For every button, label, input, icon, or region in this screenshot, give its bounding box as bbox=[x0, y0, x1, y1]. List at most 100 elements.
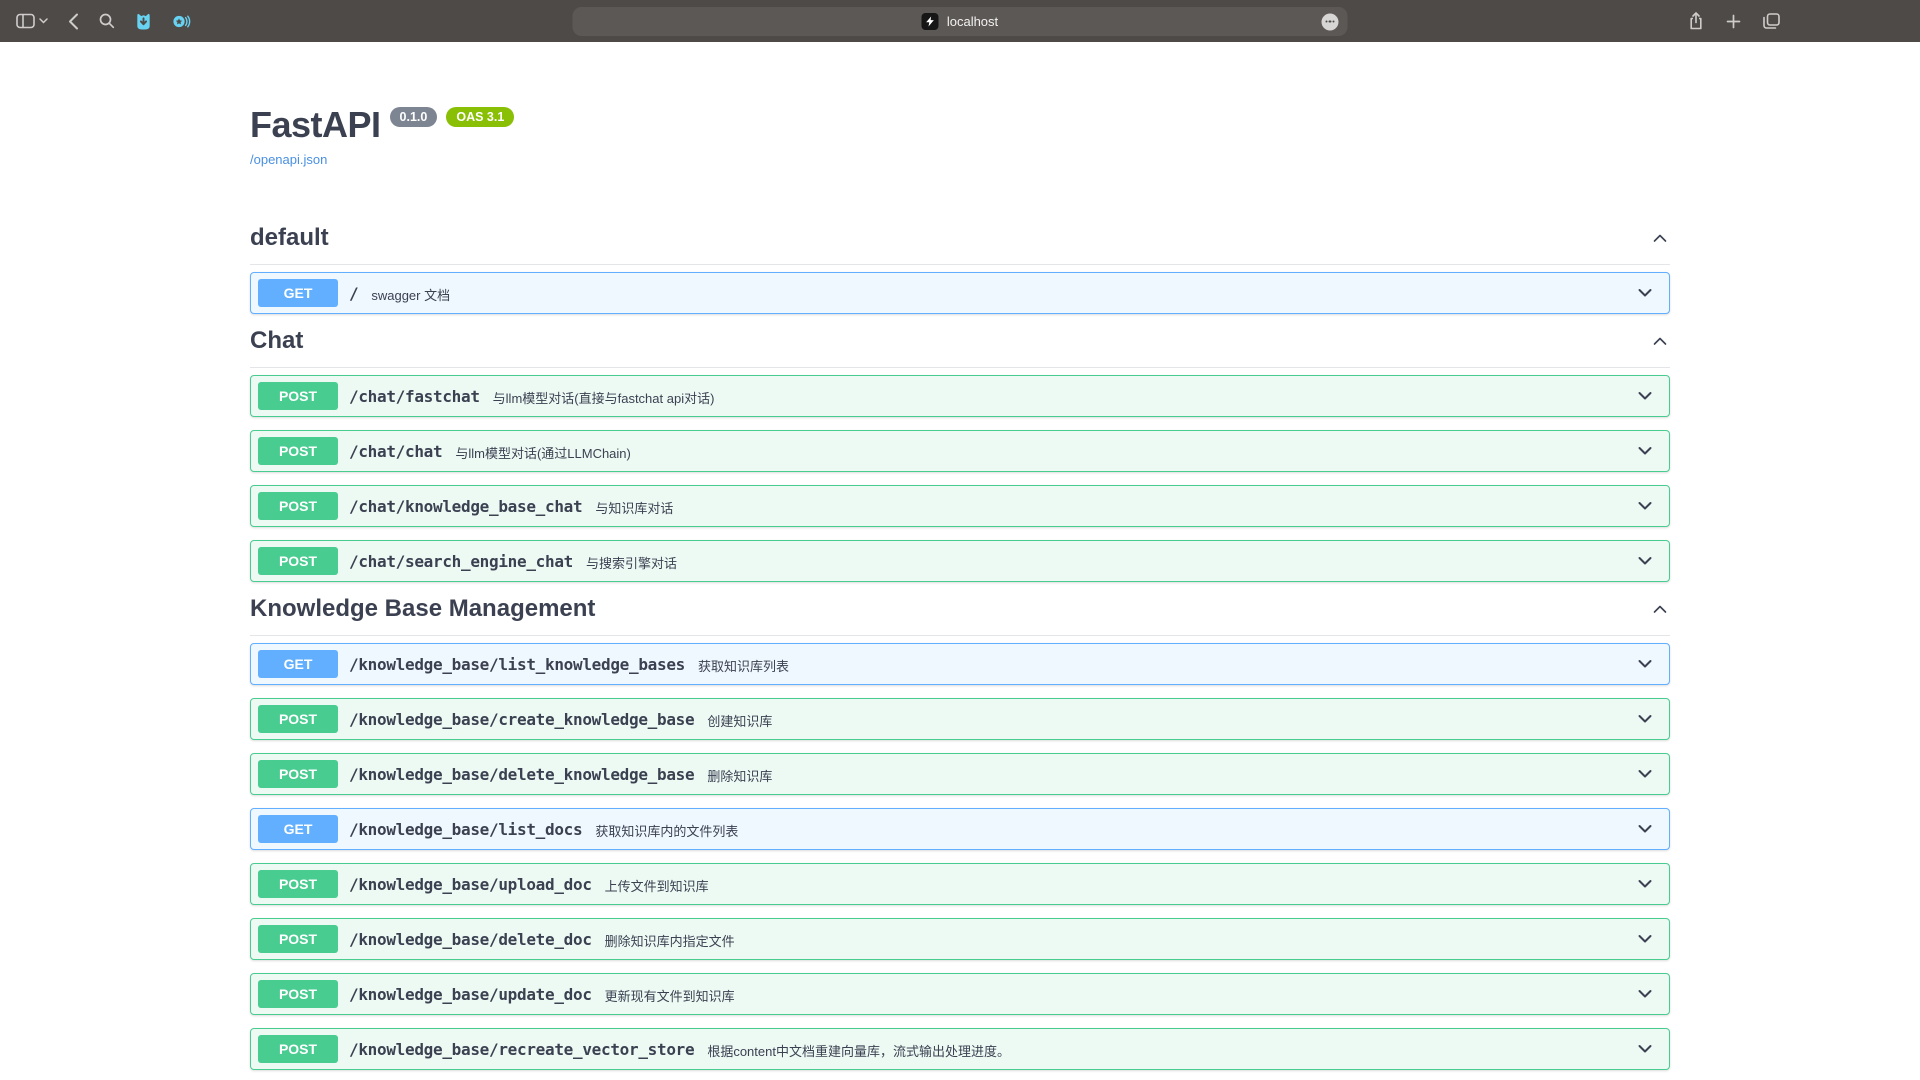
expand-chevron-down-icon[interactable] bbox=[1635, 496, 1655, 516]
operation-path: /chat/chat bbox=[349, 442, 442, 461]
operation-row[interactable]: GET /knowledge_base/list_docs 获取知识库内的文件列… bbox=[250, 808, 1670, 850]
operation-summary: 获取知识库列表 bbox=[698, 654, 789, 675]
operation-path: /knowledge_base/list_knowledge_bases bbox=[349, 655, 685, 674]
operation-summary: 删除知识库内指定文件 bbox=[605, 929, 735, 950]
api-info: FastAPI 0.1.0 OAS 3.1 /openapi.json bbox=[250, 107, 1670, 169]
expand-chevron-down-icon[interactable] bbox=[1635, 984, 1655, 1004]
operation-path: /chat/fastchat bbox=[349, 387, 480, 406]
tag-operations: GET / swagger 文档 bbox=[250, 265, 1670, 314]
extension-rings-icon bbox=[172, 13, 191, 30]
back-button[interactable] bbox=[68, 13, 79, 30]
method-badge: POST bbox=[258, 437, 338, 465]
operation-summary: 与搜索引擎对话 bbox=[586, 551, 677, 572]
extension-rings-button[interactable] bbox=[172, 13, 191, 30]
page-title: FastAPI bbox=[250, 107, 381, 143]
method-badge: POST bbox=[258, 925, 338, 953]
method-badge: POST bbox=[258, 1035, 338, 1063]
operation-path: /knowledge_base/upload_doc bbox=[349, 875, 592, 894]
expand-chevron-down-icon[interactable] bbox=[1635, 551, 1655, 571]
operation-row[interactable]: POST /chat/knowledge_base_chat 与知识库对话 bbox=[250, 485, 1670, 527]
expand-chevron-down-icon[interactable] bbox=[1635, 441, 1655, 461]
operation-path: /knowledge_base/delete_doc bbox=[349, 930, 592, 949]
expand-chevron-down-icon[interactable] bbox=[1635, 283, 1655, 303]
tag-section: default GET / swagger 文档 bbox=[250, 224, 1670, 314]
tag-header[interactable]: Chat bbox=[250, 327, 1670, 368]
operation-row[interactable]: POST /chat/fastchat 与llm模型对话(直接与fastchat… bbox=[250, 375, 1670, 417]
new-tab-icon bbox=[1726, 14, 1741, 29]
operation-row[interactable]: POST /knowledge_base/recreate_vector_sto… bbox=[250, 1028, 1670, 1070]
tag-header[interactable]: Knowledge Base Management bbox=[250, 595, 1670, 636]
expand-chevron-down-icon[interactable] bbox=[1635, 709, 1655, 729]
address-bar[interactable]: localhost bbox=[573, 7, 1348, 36]
operation-summary: 删除知识库 bbox=[707, 764, 772, 785]
operation-summary: 创建知识库 bbox=[707, 709, 772, 730]
method-badge: POST bbox=[258, 382, 338, 410]
extension-download-button[interactable] bbox=[135, 12, 152, 30]
expand-chevron-down-icon[interactable] bbox=[1635, 819, 1655, 839]
method-badge: GET bbox=[258, 815, 338, 843]
tag-section: Knowledge Base Management GET /knowledge… bbox=[250, 595, 1670, 1070]
operation-row[interactable]: POST /knowledge_base/create_knowledge_ba… bbox=[250, 698, 1670, 740]
expand-chevron-down-icon[interactable] bbox=[1635, 386, 1655, 406]
operation-summary: 与llm模型对话(直接与fastchat api对话) bbox=[493, 386, 715, 407]
method-badge: POST bbox=[258, 980, 338, 1008]
operation-row[interactable]: POST /chat/search_engine_chat 与搜索引擎对话 bbox=[250, 540, 1670, 582]
tag-operations: GET /knowledge_base/list_knowledge_bases… bbox=[250, 636, 1670, 1070]
operation-row[interactable]: POST /knowledge_base/delete_knowledge_ba… bbox=[250, 753, 1670, 795]
tag-header[interactable]: default bbox=[250, 224, 1670, 265]
openapi-spec-link[interactable]: /openapi.json bbox=[250, 152, 327, 167]
collapse-chevron-up-icon[interactable] bbox=[1650, 599, 1670, 619]
expand-chevron-down-icon[interactable] bbox=[1635, 1039, 1655, 1059]
version-badge: 0.1.0 bbox=[390, 107, 438, 127]
operation-path: /knowledge_base/delete_knowledge_base bbox=[349, 765, 694, 784]
operation-row[interactable]: POST /knowledge_base/update_doc 更新现有文件到知… bbox=[250, 973, 1670, 1015]
search-icon bbox=[99, 13, 115, 29]
expand-chevron-down-icon[interactable] bbox=[1635, 874, 1655, 894]
tab-overview-button[interactable] bbox=[1763, 13, 1780, 29]
operation-row[interactable]: GET /knowledge_base/list_knowledge_bases… bbox=[250, 643, 1670, 685]
collapse-chevron-up-icon[interactable] bbox=[1650, 331, 1670, 351]
operation-row[interactable]: POST /chat/chat 与llm模型对话(通过LLMChain) bbox=[250, 430, 1670, 472]
method-badge: POST bbox=[258, 547, 338, 575]
operation-row[interactable]: GET / swagger 文档 bbox=[250, 272, 1670, 314]
site-favicon-lightning-icon bbox=[922, 13, 939, 30]
share-icon bbox=[1688, 12, 1704, 30]
expand-chevron-down-icon[interactable] bbox=[1635, 929, 1655, 949]
operation-path: /chat/search_engine_chat bbox=[349, 552, 573, 571]
operation-path: /knowledge_base/recreate_vector_store bbox=[349, 1040, 694, 1059]
collapse-chevron-up-icon[interactable] bbox=[1650, 228, 1670, 248]
operation-row[interactable]: POST /knowledge_base/delete_doc 删除知识库内指定… bbox=[250, 918, 1670, 960]
more-ellipsis-icon[interactable] bbox=[1322, 13, 1339, 30]
sidebar-toggle-button[interactable] bbox=[16, 13, 48, 29]
new-tab-button[interactable] bbox=[1726, 14, 1741, 29]
sidebar-icon bbox=[16, 13, 35, 29]
method-badge: GET bbox=[258, 279, 338, 307]
browser-toolbar: localhost bbox=[0, 0, 1920, 42]
address-url-text: localhost bbox=[947, 14, 998, 29]
tag-section: Chat POST /chat/fastchat 与llm模型对话(直接与fas… bbox=[250, 327, 1670, 582]
operation-path: /knowledge_base/list_docs bbox=[349, 820, 582, 839]
extension-download-icon bbox=[135, 12, 152, 30]
method-badge: POST bbox=[258, 705, 338, 733]
operation-row[interactable]: POST /knowledge_base/upload_doc 上传文件到知识库 bbox=[250, 863, 1670, 905]
oas-badge: OAS 3.1 bbox=[446, 107, 514, 127]
operation-path: /chat/knowledge_base_chat bbox=[349, 497, 582, 516]
operation-summary: 更新现有文件到知识库 bbox=[605, 984, 735, 1005]
back-icon bbox=[68, 13, 79, 30]
operation-path: / bbox=[349, 284, 358, 303]
api-sections: default GET / swagger 文档 Chat POST /chat… bbox=[250, 224, 1670, 1070]
operation-summary: swagger 文档 bbox=[371, 283, 450, 304]
method-badge: GET bbox=[258, 650, 338, 678]
search-button[interactable] bbox=[99, 13, 115, 29]
operation-summary: 与llm模型对话(通过LLMChain) bbox=[455, 441, 631, 462]
expand-chevron-down-icon[interactable] bbox=[1635, 764, 1655, 784]
tab-overview-icon bbox=[1763, 13, 1780, 29]
tag-title: Knowledge Base Management bbox=[250, 595, 595, 623]
swagger-page: FastAPI 0.1.0 OAS 3.1 /openapi.json defa… bbox=[0, 42, 1920, 1080]
operation-path: /knowledge_base/update_doc bbox=[349, 985, 592, 1004]
share-button[interactable] bbox=[1688, 12, 1704, 30]
tag-title: default bbox=[250, 224, 329, 252]
method-badge: POST bbox=[258, 870, 338, 898]
expand-chevron-down-icon[interactable] bbox=[1635, 654, 1655, 674]
operation-summary: 根据content中文档重建向量库，流式输出处理进度。 bbox=[707, 1039, 1010, 1060]
